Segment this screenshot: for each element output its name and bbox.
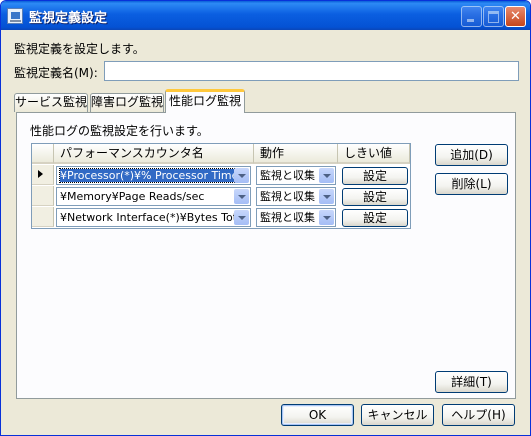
action-select-row-1[interactable]: 監視と収集 [256,166,336,185]
detail-button[interactable]: 詳細(T) [435,371,508,393]
tab-service-monitor[interactable]: サービス監視 [14,93,88,112]
tab-fault-log-monitor[interactable]: 障害ログ監視 [90,93,164,112]
threshold-settings-button-row-1[interactable]: 設定 [342,167,408,185]
column-header-threshold[interactable]: しきい値 [338,144,410,164]
help-button[interactable]: ヘルプ(H) [442,404,515,426]
minimize-button[interactable] [461,6,482,27]
counter-select-value: ¥Processor(*)¥% Processor Time [58,168,240,183]
counter-select-value: ¥Network Interface(*)¥Bytes Tot… [60,211,249,224]
threshold-settings-button-row-2[interactable]: 設定 [342,188,408,206]
row-header-2[interactable] [32,186,54,206]
counter-select-row-3[interactable]: ¥Network Interface(*)¥Bytes Tot… [56,208,251,227]
row-header-3[interactable] [32,207,54,227]
maximize-button[interactable] [483,6,504,27]
add-button[interactable]: 追加(D) [435,144,508,166]
chevron-down-icon[interactable] [234,210,249,225]
counter-select-value: ¥Memory¥Page Reads/sec [60,190,205,203]
monitor-app-icon [7,8,23,24]
counter-grid: パフォーマンスカウンタ名 動作 しきい値 ¥Processor(*)¥% Pro… [31,143,411,229]
grid-corner-header [32,144,54,164]
action-select-value: 監視と収集 [260,190,315,203]
threshold-settings-button-row-3[interactable]: 設定 [342,209,408,227]
row-header-1[interactable] [32,165,54,185]
counter-select-row-2[interactable]: ¥Memory¥Page Reads/sec [56,187,251,206]
ok-button[interactable]: OK [281,404,354,426]
dialog-window: 監視定義設定 ✕ 監視定義を設定します。 監視定義名(M): サービス監視 障害… [0,0,531,436]
panel-description: 性能ログの監視設定を行います。 [30,124,209,138]
column-header-action[interactable]: 動作 [254,144,338,164]
action-select-row-2[interactable]: 監視と収集 [256,187,336,206]
action-select-value: 監視と収集 [260,169,315,182]
chevron-down-icon[interactable] [234,168,249,183]
cancel-button[interactable]: キャンセル [361,404,434,426]
action-select-row-3[interactable]: 監視と収集 [256,208,336,227]
column-header-counter[interactable]: パフォーマンスカウンタ名 [54,144,254,164]
current-row-arrow-icon [38,170,43,178]
delete-button[interactable]: 削除(L) [435,173,508,195]
close-button[interactable]: ✕ [505,6,526,27]
counter-select-row-1[interactable]: ¥Processor(*)¥% Processor Time [56,166,251,185]
chevron-down-icon[interactable] [319,189,334,204]
definition-name-input[interactable] [104,61,519,81]
title-bar[interactable]: 監視定義設定 ✕ [1,1,530,30]
definition-name-label: 監視定義名(M): [14,66,98,80]
chevron-down-icon[interactable] [234,189,249,204]
tab-performance-log-monitor[interactable]: 性能ログ監視 [165,89,245,113]
window-title: 監視定義設定 [29,11,108,26]
chevron-down-icon[interactable] [319,168,334,183]
chevron-down-icon[interactable] [319,210,334,225]
action-select-value: 監視と収集 [260,211,315,224]
dialog-description: 監視定義を設定します。 [14,42,145,56]
